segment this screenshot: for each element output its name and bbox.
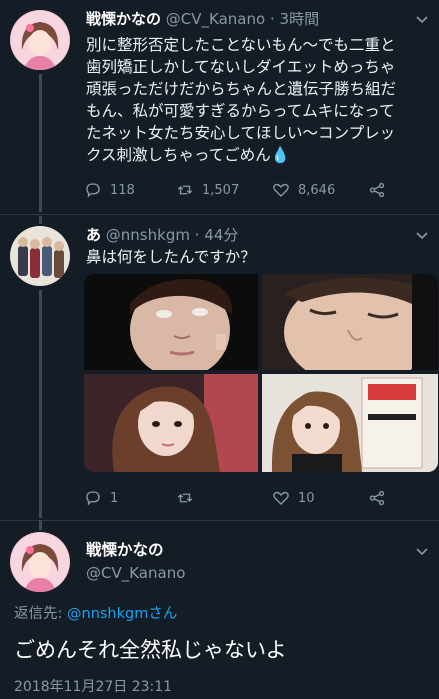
tweet-actions: 118 1,507 8,646 — [84, 180, 404, 200]
tweet-text: ごめんそれ全然私じゃないよ — [14, 638, 287, 662]
tweet-header: 戦慄かなの @CV_Kanano · 3時間 — [86, 8, 415, 29]
retweet-button[interactable]: 1,507 — [176, 180, 239, 200]
reply-icon — [86, 491, 100, 506]
avatar[interactable] — [10, 226, 70, 286]
tweet-actions: 1 10 — [84, 488, 404, 508]
tweet-line-last: クス刺激しちゃってごめん💧 — [86, 144, 429, 166]
time-ago[interactable]: 3時間 — [280, 10, 320, 28]
handle[interactable]: @nnshkgm — [106, 226, 190, 244]
chevron-down-icon[interactable] — [415, 228, 429, 244]
handle[interactable]: @CV_Kanano — [166, 10, 265, 28]
tweet-reply-question[interactable]: あ @nnshkgm · 44分 鼻は何をしたんですか？ 1 10 — [0, 216, 439, 518]
tweet-line: もん、私が可愛すぎるからってムキになって — [86, 102, 395, 120]
divider — [0, 214, 439, 215]
display-name[interactable]: あ — [86, 226, 101, 244]
timestamp[interactable]: 2018年11月27日 23:11 — [14, 676, 172, 696]
tweet-line: クス刺激しちゃってごめん — [86, 146, 271, 164]
reply-context: 返信先: @nnshkgmさん — [14, 602, 177, 623]
thread-line — [39, 290, 42, 518]
avatar[interactable] — [10, 532, 70, 592]
photo-3[interactable] — [84, 374, 258, 472]
tweet-header: あ @nnshkgm · 44分 — [86, 224, 415, 245]
thread-line — [39, 216, 42, 224]
time-ago[interactable]: 44分 — [204, 226, 238, 244]
share-button[interactable] — [368, 488, 394, 508]
reply-count: 1 — [110, 490, 119, 506]
share-button[interactable] — [368, 180, 394, 200]
separator: · — [194, 226, 200, 244]
tweet-line: 歯列矯正しかしてないしダイエットめっちゃ — [86, 58, 396, 76]
retweet-count: 1,507 — [202, 182, 240, 198]
photo-2[interactable] — [262, 274, 438, 370]
chevron-down-icon[interactable] — [415, 12, 429, 28]
chevron-down-icon[interactable] — [415, 544, 429, 560]
reply-count: 118 — [110, 182, 135, 198]
avatar[interactable] — [10, 10, 70, 70]
retweet-icon — [177, 493, 193, 503]
handle[interactable]: @CV_Kanano — [86, 564, 185, 582]
display-name[interactable]: 戦慄かなの — [86, 538, 185, 560]
author-block[interactable]: 戦慄かなの @CV_Kanano — [86, 538, 185, 582]
tweet-line: 頑張っただけだからちゃんと遺伝子勝ち組だ — [86, 80, 397, 98]
thread-line — [39, 520, 42, 530]
reply-button[interactable]: 1 — [84, 488, 118, 508]
tweet-line: 別に整形否定したことないもん〜でも二重と — [86, 36, 396, 54]
separator: · — [269, 10, 275, 28]
photo-1[interactable] — [84, 274, 258, 370]
like-button[interactable]: 8,646 — [272, 180, 335, 200]
like-icon — [273, 491, 289, 505]
like-count: 10 — [298, 490, 315, 506]
tweet-line: たネット女たち安心してほしい〜コンプレッ — [86, 124, 396, 142]
reply-button[interactable]: 118 — [84, 180, 135, 200]
photo-grid — [84, 274, 438, 524]
divider — [0, 520, 439, 521]
display-name[interactable]: 戦慄かなの — [86, 10, 161, 28]
like-button[interactable]: 10 — [272, 488, 315, 508]
reply-icon — [86, 183, 100, 198]
tweet-kanano-reply: 戦慄かなの @CV_Kanano 返信先: @nnshkgmさん ごめんそれ全然… — [0, 520, 439, 699]
photo-4[interactable] — [262, 374, 438, 472]
like-count: 8,646 — [298, 182, 336, 198]
share-icon — [369, 182, 385, 198]
tweet-kanano-1[interactable]: 戦慄かなの @CV_Kanano · 3時間 別に整形否定したことないもん〜でも… — [0, 0, 439, 212]
like-icon — [273, 183, 289, 197]
reply-handle-link[interactable]: @nnshkgmさん — [67, 606, 177, 622]
share-icon — [369, 490, 385, 506]
retweet-icon — [177, 185, 193, 195]
reply-prefix: 返信先: — [14, 606, 63, 622]
droplet-emoji: 💧 — [270, 146, 291, 164]
retweet-button[interactable] — [176, 488, 202, 508]
tweet-text: 鼻は何をしたんですか？ — [86, 248, 256, 266]
tweet-text: 別に整形否定したことないもん〜でも二重と 歯列矯正しかしてないしダイエットめっち… — [86, 34, 429, 166]
thread-line — [39, 74, 42, 212]
